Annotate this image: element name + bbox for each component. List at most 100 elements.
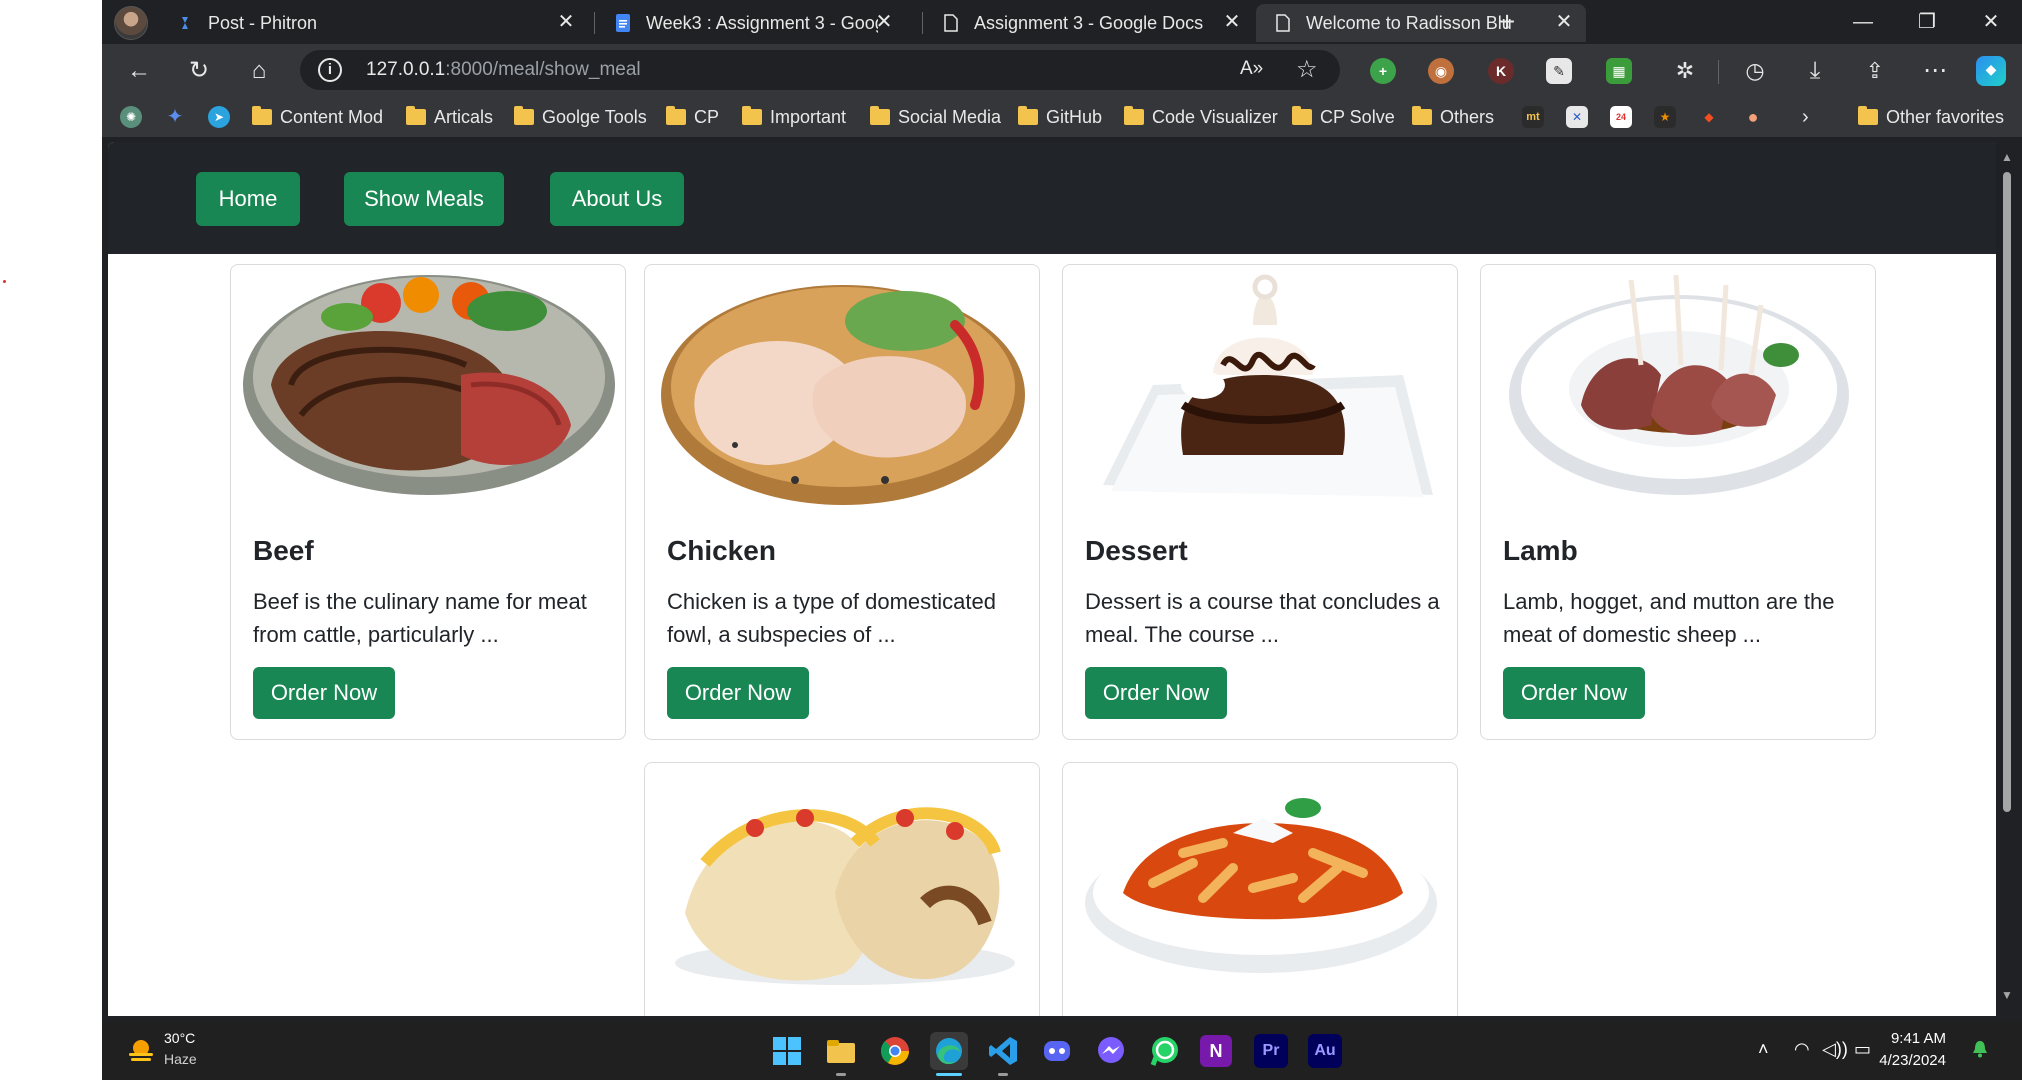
extension-plus-icon[interactable]: + <box>1370 58 1396 84</box>
volume-icon[interactable]: ◁)) <box>1822 1039 1848 1060</box>
figma-icon[interactable]: ◆ <box>1698 106 1720 128</box>
extension-owl-icon[interactable]: ◉ <box>1428 58 1454 84</box>
egg-icon[interactable]: ● <box>1742 106 1764 128</box>
more-bookmarks-chevron-icon[interactable]: › <box>1802 104 1809 130</box>
download-icon[interactable]: ⤓ <box>1798 54 1832 88</box>
vscode-icon[interactable] <box>984 1032 1022 1070</box>
nav-show-meals-button[interactable]: Show Meals <box>344 172 504 226</box>
onenote-icon[interactable]: N <box>1200 1035 1232 1067</box>
site-info-icon[interactable]: i <box>318 58 342 82</box>
bookmark-other-favorites[interactable]: Other favorites <box>1858 104 2004 130</box>
back-icon[interactable]: ← <box>122 54 156 88</box>
read-aloud-icon[interactable]: A» <box>1240 58 1263 80</box>
telegram-icon[interactable]: ➤ <box>208 106 230 128</box>
bookmark-code-visualizer[interactable]: Code Visualizer <box>1124 104 1278 130</box>
haze-weather-icon[interactable] <box>126 1036 156 1066</box>
restore-icon[interactable]: ❐ <box>1904 6 1950 38</box>
extensions-icon[interactable]: ✲ <box>1668 54 1702 88</box>
red-dot <box>3 280 6 283</box>
share-icon[interactable]: ⇪ <box>1858 54 1892 88</box>
address-bar[interactable]: i 127.0.0.1:8000/meal/show_meal A» ☆ <box>300 50 1340 90</box>
page-scrollbar[interactable]: ▲ ▼ <box>1998 142 2016 1016</box>
mt-icon[interactable]: mt <box>1522 106 1544 128</box>
profile-avatar[interactable] <box>114 6 148 40</box>
close-icon[interactable]: ✕ <box>874 12 894 32</box>
edge-icon[interactable] <box>930 1032 968 1070</box>
close-window-icon[interactable]: ✕ <box>1968 6 2014 38</box>
close-icon[interactable]: ✕ <box>1554 12 1574 32</box>
clock-time[interactable]: 9:41 AM <box>1886 1030 1946 1047</box>
premiere-pro-icon[interactable]: Pr <box>1254 1034 1288 1068</box>
bookmark-label: Other favorites <box>1886 107 2005 127</box>
file-explorer-icon[interactable] <box>822 1032 860 1070</box>
scroll-down-icon[interactable]: ▼ <box>2001 988 2013 1002</box>
tools-icon[interactable]: ✕ <box>1566 106 1588 128</box>
chicken-image <box>661 285 1025 505</box>
clock-date[interactable]: 4/23/2024 <box>1868 1052 1946 1069</box>
wifi-icon[interactable]: ◠ <box>1794 1039 1810 1060</box>
scrollbar-thumb[interactable] <box>2003 172 2011 812</box>
audition-icon[interactable]: Au <box>1308 1034 1342 1068</box>
edge-logo-icon <box>936 1038 962 1065</box>
news-icon[interactable]: 24 <box>1610 106 1632 128</box>
order-now-button[interactable]: Order Now <box>667 667 809 719</box>
bookmark-goolge-tools[interactable]: Goolge Tools <box>514 104 647 130</box>
nav-home-button[interactable]: Home <box>196 172 300 226</box>
url-text[interactable]: 127.0.0.1:8000/meal/show_meal <box>366 59 641 81</box>
messenger-icon[interactable] <box>1092 1032 1130 1070</box>
tab-radisson-blu[interactable]: Welcome to Radisson Blu ✕ <box>1256 4 1586 42</box>
tab-phitron[interactable]: Post - Phitron ✕ <box>158 4 588 42</box>
home-icon[interactable]: ⌂ <box>242 54 276 88</box>
show-hidden-icons-chevron-icon[interactable]: ˄ <box>1758 1039 1769 1060</box>
extension-k-icon[interactable]: K <box>1488 58 1514 84</box>
folder-icon <box>742 106 762 125</box>
weather-temperature[interactable]: 30°C <box>164 1030 195 1046</box>
active-indicator <box>936 1073 962 1076</box>
whatsapp-icon[interactable] <box>1146 1032 1184 1070</box>
bookmark-cp-solve[interactable]: CP Solve <box>1292 104 1395 130</box>
nav-about-button[interactable]: About Us <box>550 172 684 226</box>
order-now-button[interactable]: Order Now <box>253 667 395 719</box>
minimize-icon[interactable]: — <box>1840 6 1886 38</box>
meal-card: Lamb Lamb, hogget, and mutton are the me… <box>1480 264 1876 740</box>
gemini-icon[interactable]: ✦ <box>164 106 186 128</box>
reload-icon[interactable]: ↻ <box>182 54 216 88</box>
tab-divider <box>594 12 595 34</box>
order-now-button[interactable]: Order Now <box>1085 667 1227 719</box>
bookmark-social-media[interactable]: Social Media <box>870 104 1001 130</box>
order-now-button[interactable]: Order Now <box>1503 667 1645 719</box>
vscode-logo-icon <box>989 1037 1017 1065</box>
scroll-up-icon[interactable]: ▲ <box>2001 150 2013 164</box>
bookmark-articals[interactable]: Articals <box>406 104 493 130</box>
chatgpt-icon[interactable]: ✺ <box>120 106 142 128</box>
weather-description[interactable]: Haze <box>164 1051 197 1067</box>
windows-start-icon[interactable] <box>768 1032 806 1070</box>
copilot-icon[interactable]: ◆ <box>1976 56 2006 86</box>
more-menu-icon[interactable]: ⋯ <box>1918 54 1952 88</box>
bookmark-github[interactable]: GitHub <box>1018 104 1102 130</box>
discord-icon[interactable] <box>1038 1032 1076 1070</box>
new-tab-icon[interactable]: + <box>1492 8 1522 38</box>
bookmark-cp[interactable]: CP <box>666 104 719 130</box>
desktop-left-strip <box>0 0 102 1080</box>
meal-title: Beef <box>253 535 314 566</box>
history-icon[interactable]: ◷ <box>1738 54 1772 88</box>
bookmark-content-mod[interactable]: Content Mod <box>252 104 383 130</box>
extension-edit-icon[interactable]: ✎ <box>1546 58 1572 84</box>
windows-taskbar: 30°C Haze N Pr Au ˄ ◠ ◁)) ▭ 9:41 AM 4/23… <box>102 1022 2022 1080</box>
close-icon[interactable]: ✕ <box>1222 12 1242 32</box>
bookmark-important[interactable]: Important <box>742 104 846 130</box>
tab-assignment-docs[interactable]: Assignment 3 - Google Docs ✕ <box>924 4 1254 42</box>
folder-icon <box>870 106 890 125</box>
extension-puzzle-color-icon[interactable]: ▦ <box>1606 58 1632 84</box>
meal-description: Chicken is a type of domesticated fowl, … <box>667 589 996 647</box>
notification-bell-icon[interactable] <box>1972 1040 1988 1058</box>
favorite-star-icon[interactable]: ☆ <box>1296 55 1318 84</box>
tab-week3-assignment[interactable]: Week3 : Assignment 3 - Google F ✕ <box>596 4 906 42</box>
close-icon[interactable]: ✕ <box>556 12 576 32</box>
chrome-icon[interactable] <box>876 1032 914 1070</box>
bookmark-others[interactable]: Others <box>1412 104 1494 130</box>
bookmark-label: Others <box>1440 107 1495 127</box>
star-bookmark-icon[interactable]: ★ <box>1654 106 1676 128</box>
tab-divider <box>922 12 923 34</box>
